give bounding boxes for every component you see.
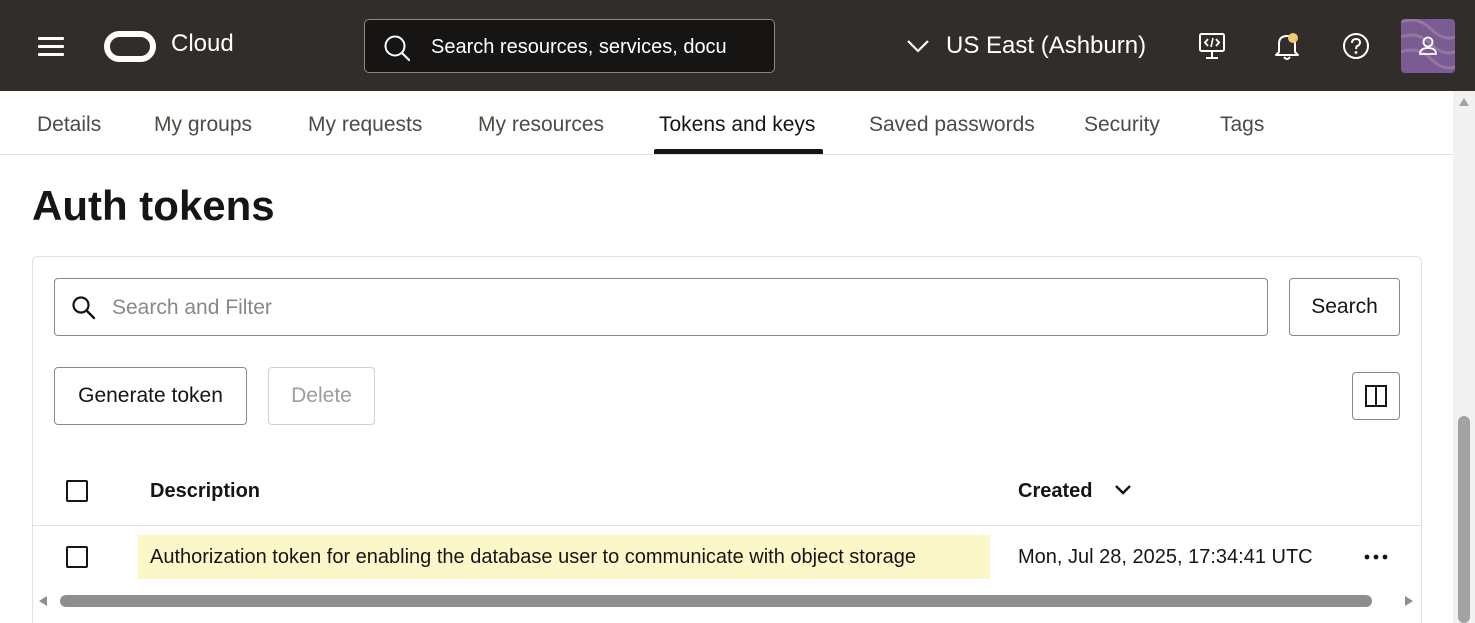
horizontal-scrollbar[interactable]: [33, 590, 1421, 612]
more-actions-icon[interactable]: [1362, 546, 1390, 568]
global-search[interactable]: [364, 19, 775, 73]
scroll-right-arrow-icon[interactable]: [1404, 595, 1414, 607]
user-icon: [1401, 19, 1455, 70]
row-divider: [33, 525, 1421, 526]
chevron-down-icon: [907, 40, 929, 53]
notifications-bell-icon[interactable]: [1272, 30, 1302, 62]
search-icon: [384, 35, 411, 62]
token-description: Authorization token for enabling the dat…: [150, 546, 917, 568]
tab-tokens-and-keys[interactable]: Tokens and keys: [659, 113, 815, 137]
tab-saved-passwords[interactable]: Saved passwords: [869, 113, 1035, 137]
tab-my-groups[interactable]: My groups: [154, 113, 252, 137]
user-avatar[interactable]: [1401, 19, 1455, 73]
horizontal-scrollbar-thumb[interactable]: [60, 595, 1372, 607]
tab-tags[interactable]: Tags: [1220, 113, 1264, 137]
active-tab-indicator: [654, 149, 823, 154]
column-header-created[interactable]: Created: [1018, 480, 1092, 503]
scroll-up-arrow-icon[interactable]: [1458, 97, 1470, 107]
brand-name[interactable]: Cloud: [171, 30, 234, 58]
profile-tabs: Details My groups My requests My resourc…: [0, 91, 1453, 155]
tab-security[interactable]: Security: [1084, 113, 1160, 137]
sort-chevron-down-icon[interactable]: [1114, 484, 1132, 496]
region-label: US East (Ashburn): [946, 32, 1147, 59]
top-bar: Cloud US East (Ashburn): [0, 0, 1475, 91]
search-filter-input[interactable]: [112, 291, 1232, 325]
row-checkbox[interactable]: [66, 546, 88, 568]
tab-details[interactable]: Details: [37, 113, 101, 137]
column-header-description[interactable]: Description: [150, 480, 260, 503]
tab-my-resources[interactable]: My resources: [478, 113, 604, 137]
region-selector[interactable]: US East (Ashburn): [906, 28, 1146, 64]
token-created-date: Mon, Jul 28, 2025, 17:34:41 UTC: [1018, 546, 1313, 568]
vertical-scrollbar[interactable]: [1453, 91, 1475, 623]
vertical-scrollbar-thumb[interactable]: [1458, 416, 1470, 623]
column-settings-button[interactable]: [1352, 372, 1400, 420]
search-icon: [72, 296, 96, 320]
scroll-left-arrow-icon[interactable]: [38, 595, 48, 607]
page-title: Auth tokens: [32, 182, 275, 229]
select-all-checkbox[interactable]: [66, 480, 88, 502]
hamburger-menu-icon[interactable]: [36, 34, 66, 60]
generate-token-button[interactable]: Generate token: [54, 367, 247, 425]
help-icon[interactable]: [1341, 30, 1371, 62]
search-button[interactable]: Search: [1289, 278, 1400, 336]
tab-my-requests[interactable]: My requests: [308, 113, 422, 137]
columns-icon: [1365, 385, 1387, 407]
cloud-shell-icon[interactable]: [1197, 30, 1227, 62]
delete-button[interactable]: Delete: [268, 367, 375, 425]
search-filter-box[interactable]: [54, 278, 1268, 336]
oracle-logo[interactable]: [104, 31, 156, 62]
global-search-input[interactable]: [431, 32, 727, 62]
